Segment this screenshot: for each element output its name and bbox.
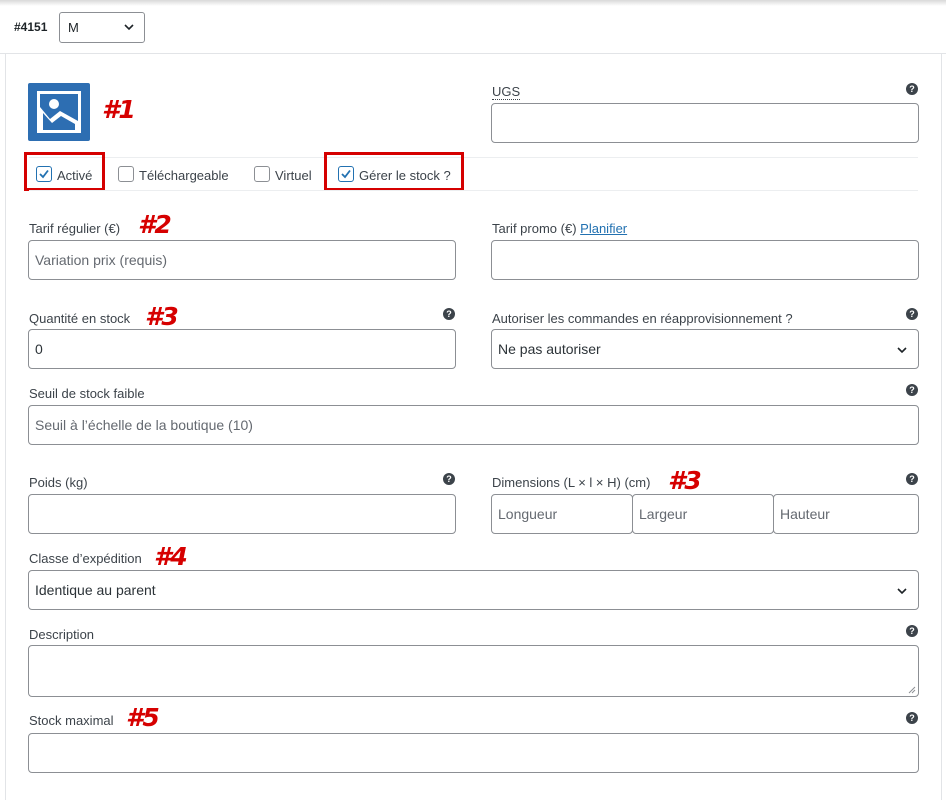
shipping-class-select[interactable]: Identique au parent [28,570,919,610]
description-textarea[interactable] [28,645,919,697]
weight-label: Poids (kg) [29,475,88,490]
description-label: Description [29,627,95,642]
width-input[interactable]: Largeur [632,494,774,534]
low-stock-input[interactable]: Seuil à l’échelle de la boutique (10) [28,405,919,445]
image-placeholder-icon [37,91,81,133]
sale-price-label-text: Tarif promo (€) [492,221,577,236]
backorders-select[interactable]: Ne pas autoriser [491,329,919,369]
chevron-down-icon [124,24,134,31]
virtual-checkbox[interactable] [254,166,270,182]
schedule-sale-link[interactable]: Planifier [580,221,627,236]
regular-price-label: Tarif régulier (€) [29,221,121,236]
virtual-label: Virtuel [275,168,312,183]
help-icon[interactable]: ? [906,384,918,396]
annotation-1: #1 [102,95,136,124]
backorders-label: Autoriser les commandes en réapprovision… [492,311,793,326]
help-icon[interactable]: ? [906,473,918,485]
weight-input[interactable] [28,494,456,534]
shipping-class-label: Classe d’expédition [29,551,142,566]
backorders-value: Ne pas autoriser [498,341,601,357]
chevron-down-icon [897,347,907,354]
variation-attribute-select[interactable]: M [59,12,145,43]
max-stock-label: Stock maximal [29,713,114,728]
help-icon[interactable]: ? [906,308,918,320]
variation-header: #4151 M [0,0,946,54]
sku-label: UGS [492,84,521,100]
variation-id: #4151 [14,20,48,34]
downloadable-label: Téléchargeable [139,168,229,183]
manage-stock-label: Gérer le stock ? [359,168,451,183]
variation-attribute-value: M [68,20,79,35]
annotation-2: #2 [138,210,172,239]
stock-quantity-input[interactable]: 0 [28,329,456,369]
help-icon[interactable]: ? [906,712,918,724]
enabled-checkbox[interactable] [36,166,52,182]
annotation-3-dimensions: #3 [668,466,702,495]
checkmark-icon [39,169,49,179]
help-icon[interactable]: ? [443,308,455,320]
chevron-down-icon [897,588,907,595]
length-input[interactable]: Longueur [491,494,633,534]
enabled-label: Activé [57,168,93,183]
regular-price-input[interactable]: Variation prix (requis) [28,240,456,280]
low-stock-label: Seuil de stock faible [29,386,145,401]
annotation-3-stock: #3 [145,302,179,331]
variation-image-upload[interactable] [28,83,90,141]
options-bottom-divider [29,190,918,191]
manage-stock-checkbox[interactable] [338,166,354,182]
help-icon[interactable]: ? [906,625,918,637]
header-shadow [0,0,946,6]
sale-price-label: Tarif promo (€) Planifier [492,221,627,236]
options-top-divider [29,157,918,158]
resize-grip-icon[interactable] [908,686,916,694]
help-icon[interactable]: ? [906,83,918,95]
shipping-class-value: Identique au parent [35,582,156,598]
annotation-5: #5 [126,703,160,732]
checkmark-icon [341,169,351,179]
sku-input[interactable] [491,103,919,143]
downloadable-checkbox[interactable] [118,166,134,182]
annotation-4: #4 [154,542,188,571]
max-stock-input[interactable] [28,733,919,773]
height-input[interactable]: Hauteur [773,494,919,534]
stock-quantity-label: Quantité en stock [29,311,131,326]
dimensions-label: Dimensions (L × l × H) (cm) [492,475,651,490]
sale-price-input[interactable] [491,240,919,280]
help-icon[interactable]: ? [443,473,455,485]
